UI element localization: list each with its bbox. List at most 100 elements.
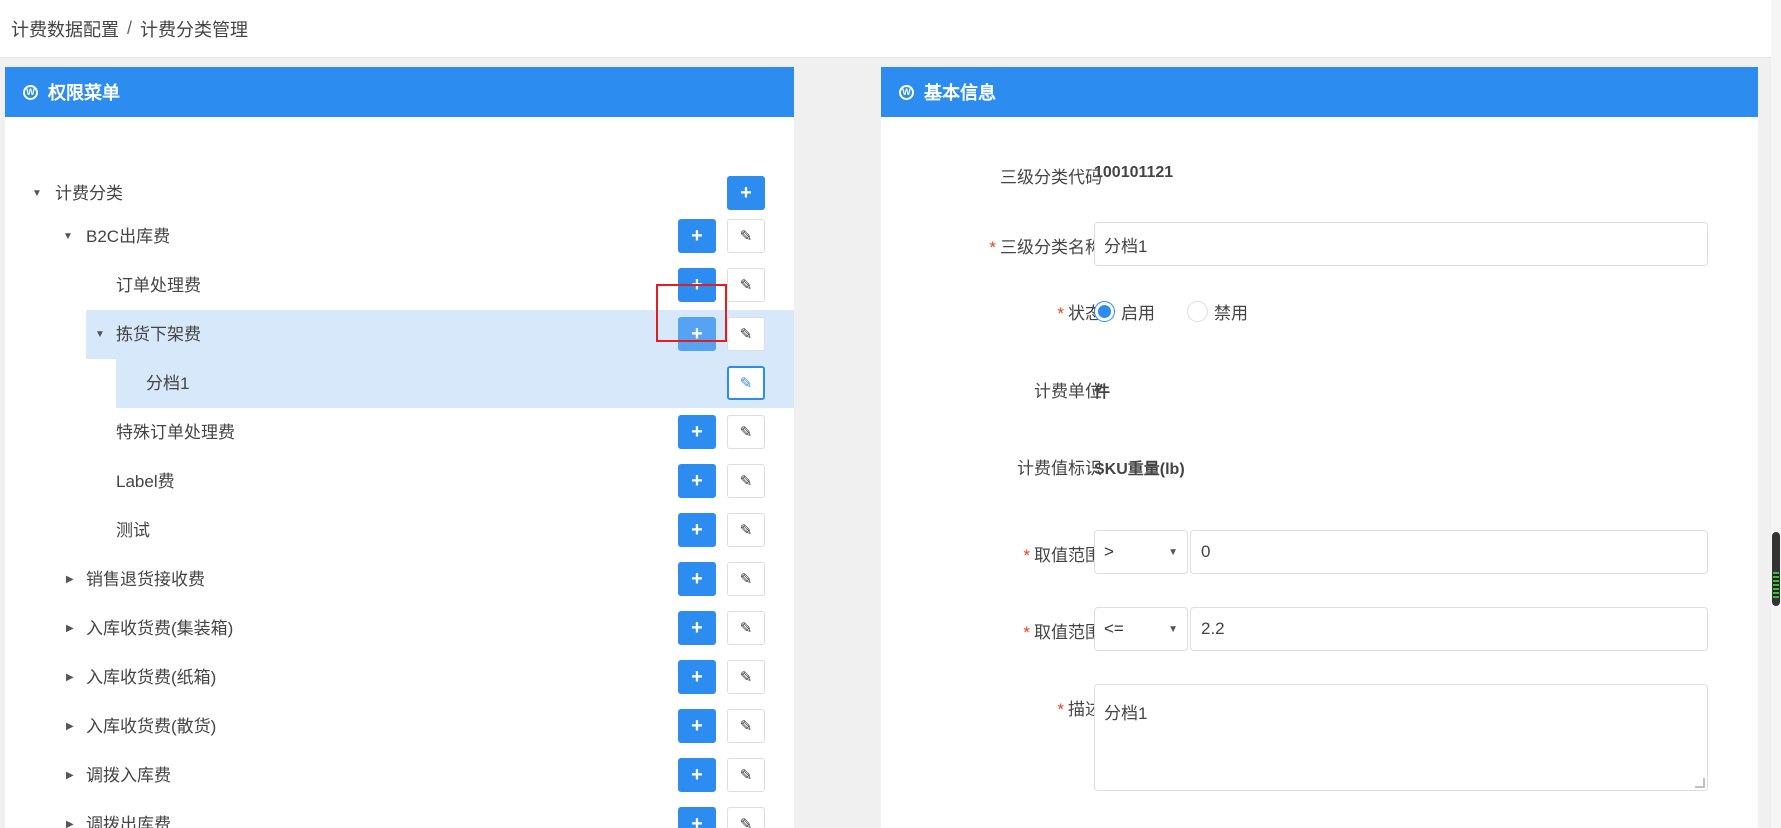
tree-node-label[interactable]: 入库收货费(集装箱) — [86, 604, 233, 653]
chevron-down-icon[interactable]: ▼ — [1168, 624, 1178, 635]
field-value-code: 100101121 — [1094, 164, 1174, 181]
add-child-button[interactable]: + — [678, 464, 716, 498]
tree-node-picking[interactable]: ▼ 拣货下架费 + ✎ — [86, 310, 794, 359]
tree-node-label[interactable]: 订单处理费 — [116, 261, 201, 310]
tree-node-transfer-outbound[interactable]: ▶ 调拨出库费 + ✎ — [5, 800, 794, 828]
edit-button[interactable]: ✎ — [727, 513, 765, 547]
panel-title: 权限菜单 — [48, 83, 120, 103]
breadcrumb-item-billing-config[interactable]: 计费数据配置 — [11, 16, 119, 42]
field-label-range-min: * 取值范围 — [1023, 546, 1102, 565]
field-label-metric: 计费值标识 — [1017, 459, 1102, 478]
tree-node-inbound-bulk[interactable]: ▶ 入库收货费(散货) + ✎ — [5, 702, 794, 751]
description-textarea[interactable]: 分档1 — [1094, 684, 1708, 791]
range-min-operator-select[interactable]: > ▼ — [1094, 530, 1188, 574]
range-max-input[interactable]: 2.2 — [1190, 607, 1708, 651]
radio-unchecked-icon[interactable] — [1187, 301, 1208, 322]
wordpress-icon: W — [23, 84, 38, 100]
tree-node-label[interactable]: 分档1 — [146, 359, 189, 408]
tree-node-label[interactable]: 入库收货费(纸箱) — [86, 653, 216, 702]
tree-node-label[interactable]: 测试 — [116, 506, 150, 555]
field-label-name: * 三级分类名称 — [989, 238, 1102, 257]
edit-button[interactable]: ✎ — [727, 219, 765, 253]
scrollbar-thumb[interactable] — [1772, 532, 1780, 606]
add-child-button[interactable]: + — [678, 807, 716, 828]
edit-button[interactable]: ✎ — [727, 464, 765, 498]
edit-button[interactable]: ✎ — [727, 366, 765, 400]
caret-right-icon[interactable]: ▶ — [66, 555, 78, 604]
edit-button[interactable]: ✎ — [727, 807, 765, 828]
range-min-input[interactable]: 0 — [1190, 530, 1708, 574]
edit-button[interactable]: ✎ — [727, 758, 765, 792]
add-child-button[interactable]: + — [678, 611, 716, 645]
tree-node-test[interactable]: 测试 + ✎ — [5, 506, 794, 555]
page-scrollbar[interactable] — [1771, 0, 1781, 828]
add-child-button[interactable]: + — [678, 513, 716, 547]
tree-node-label[interactable]: 计费分类 — [55, 169, 123, 218]
add-child-button[interactable]: + — [678, 415, 716, 449]
tree-node-sales-return[interactable]: ▶ 销售退货接收费 + ✎ — [5, 555, 794, 604]
tree-node-special-order[interactable]: 特殊订单处理费 + ✎ — [5, 408, 794, 457]
caret-right-icon[interactable]: ▶ — [66, 653, 78, 702]
tree-node-label[interactable]: 特殊订单处理费 — [116, 408, 235, 457]
tree-node-b2c-outbound[interactable]: ▼ B2C出库费 + ✎ — [5, 212, 794, 261]
edit-button[interactable]: ✎ — [727, 660, 765, 694]
tree-node-transfer-inbound[interactable]: ▶ 调拨入库费 + ✎ — [5, 751, 794, 800]
status-radio-disabled[interactable]: 禁用 — [1187, 299, 1248, 324]
tree-node-tier1[interactable]: 分档1 ✎ — [116, 359, 794, 408]
field-value-metric: SKU重量(lb) — [1094, 461, 1185, 478]
basic-info-panel: W 基本信息 三级分类代码 100101121 * 三级分类名称 分档1 * 状态 … — [881, 67, 1758, 828]
caret-down-icon[interactable]: ▼ — [95, 310, 107, 359]
add-child-button[interactable]: + — [678, 709, 716, 743]
edit-button[interactable]: ✎ — [727, 317, 765, 351]
caret-right-icon[interactable]: ▶ — [66, 800, 78, 828]
caret-right-icon[interactable]: ▶ — [66, 751, 78, 800]
edit-button[interactable]: ✎ — [727, 709, 765, 743]
panel-header-permission-menu: W 权限菜单 — [5, 67, 794, 117]
add-child-button[interactable]: + — [678, 562, 716, 596]
edit-button[interactable]: ✎ — [727, 562, 765, 596]
chevron-down-icon[interactable]: ▼ — [1168, 547, 1178, 558]
breadcrumb-item-category-management: 计费分类管理 — [140, 19, 249, 40]
caret-down-icon[interactable]: ▼ — [63, 212, 75, 261]
resize-handle-icon[interactable] — [1695, 778, 1705, 788]
edit-button[interactable]: ✎ — [727, 611, 765, 645]
add-child-button[interactable]: + — [678, 317, 716, 351]
panel-header-basic-info: W 基本信息 — [881, 67, 1758, 117]
field-label-unit: 计费单位 — [1034, 382, 1102, 401]
tree-node-inbound-container[interactable]: ▶ 入库收货费(集装箱) + ✎ — [5, 604, 794, 653]
field-label-range-max: * 取值范围 — [1023, 623, 1102, 642]
add-child-button[interactable]: + — [678, 758, 716, 792]
field-label-code: 三级分类代码 — [1000, 168, 1102, 187]
radio-checked-icon[interactable] — [1094, 301, 1115, 322]
panel-title: 基本信息 — [924, 83, 996, 103]
caret-right-icon[interactable]: ▶ — [66, 604, 78, 653]
range-max-operator-select[interactable]: <= ▼ — [1094, 607, 1188, 651]
tree-node-label-fee[interactable]: Label费 + ✎ — [5, 457, 794, 506]
tree-node-label[interactable]: B2C出库费 — [86, 212, 170, 261]
tree-node-label[interactable]: Label费 — [116, 457, 175, 506]
wordpress-icon: W — [899, 84, 914, 100]
permission-menu-panel: W 权限菜单 ▼ 计费分类 + ▼ B2C出库费 + ✎ 订单处理费 + ✎ ▼… — [5, 67, 794, 828]
breadcrumb-separator: / — [127, 18, 133, 38]
tree-node-label[interactable]: 入库收货费(散货) — [86, 702, 216, 751]
tree-node-label[interactable]: 调拨入库费 — [86, 751, 171, 800]
add-child-button[interactable]: + — [727, 176, 765, 210]
caret-down-icon[interactable]: ▼ — [32, 169, 44, 218]
tree-node-order-processing[interactable]: 订单处理费 + ✎ — [5, 261, 794, 310]
edit-button[interactable]: ✎ — [727, 268, 765, 302]
tree-node-billing-category[interactable]: ▼ 计费分类 + — [5, 169, 794, 218]
add-child-button[interactable]: + — [678, 219, 716, 253]
tree-node-label[interactable]: 调拨出库费 — [86, 800, 171, 828]
category-name-input[interactable]: 分档1 — [1094, 222, 1708, 266]
status-radio-group: 启用 禁用 — [1094, 299, 1280, 324]
breadcrumb: 计费数据配置 / 计费分类管理 — [0, 0, 1771, 58]
edit-button[interactable]: ✎ — [727, 415, 765, 449]
field-value-unit: 件 — [1094, 384, 1111, 401]
add-child-button[interactable]: + — [678, 268, 716, 302]
tree-node-label[interactable]: 销售退货接收费 — [86, 555, 205, 604]
status-radio-enabled[interactable]: 启用 — [1094, 299, 1155, 324]
tree-node-label[interactable]: 拣货下架费 — [116, 310, 201, 359]
add-child-button[interactable]: + — [678, 660, 716, 694]
caret-right-icon[interactable]: ▶ — [66, 702, 78, 751]
tree-node-inbound-carton[interactable]: ▶ 入库收货费(纸箱) + ✎ — [5, 653, 794, 702]
